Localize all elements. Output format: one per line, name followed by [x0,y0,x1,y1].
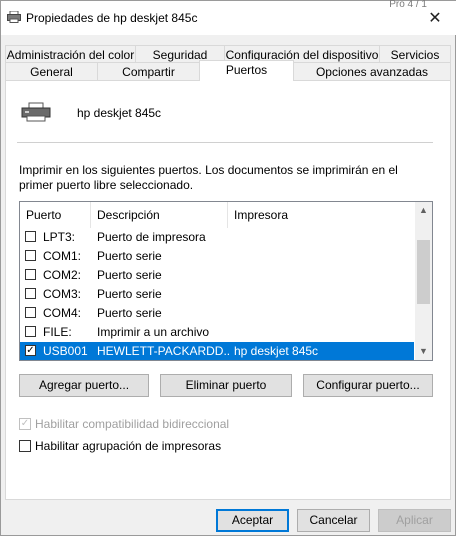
apply-button[interactable]: Aplicar [378,509,451,532]
printer-pooling-checkbox[interactable] [19,440,31,452]
column-header-printer[interactable]: Impresora [228,202,414,228]
delete-port-button[interactable]: Eliminar puerto [160,374,292,397]
cancel-button[interactable]: Cancelar [297,509,370,532]
port-description: Imprimir a un archivo [97,325,210,339]
port-row-com4[interactable]: COM4: Puerto serie [20,304,414,323]
port-checkbox[interactable] [25,307,36,318]
ok-button[interactable]: Aceptar [216,509,289,532]
port-description: Puerto de impresora [97,230,206,244]
port-description: Puerto serie [97,268,162,282]
title-bar: Propiedades de hp deskjet 845c Pro 4 / 1… [1,0,457,35]
port-row-com3[interactable]: COM3: Puerto serie [20,285,414,304]
port-name: COM4: [43,306,82,320]
port-row-com2[interactable]: COM2: Puerto serie [20,266,414,285]
tab-general[interactable]: General [5,62,98,80]
separator [17,142,433,143]
column-header-port[interactable]: Puerto [20,202,91,228]
tab-advanced[interactable]: Opciones avanzadas [293,62,451,80]
tab-ports[interactable]: Puertos [199,60,294,81]
port-name: LPT3: [43,230,76,244]
scroll-up-icon[interactable]: ▲ [415,202,432,219]
tab-services[interactable]: Servicios [379,45,451,63]
port-row-com1[interactable]: COM1: Puerto serie [20,247,414,266]
configure-port-button[interactable]: Configurar puerto... [303,374,433,397]
tab-color-management[interactable]: Administración del color [5,45,136,63]
port-name: COM3: [43,287,82,301]
port-printer: hp deskjet 845c [234,344,319,358]
port-description: Puerto serie [97,306,162,320]
bidirectional-checkbox[interactable]: ✓ [19,418,31,430]
printer-icon [7,11,21,23]
port-row-usb001[interactable]: ✓ USB001 HEWLETT-PACKARDD... hp deskjet … [20,342,414,360]
port-list-header: Puerto Descripción Impresora [20,202,414,228]
port-name: COM2: [43,268,82,282]
port-row-lpt3[interactable]: LPT3: Puerto de impresora [20,228,414,247]
close-button[interactable]: ✕ [413,1,457,35]
port-description: Puerto serie [97,249,162,263]
port-row-file[interactable]: FILE: Imprimir a un archivo [20,323,414,342]
port-list[interactable]: Puerto Descripción Impresora LPT3: Puert… [19,201,433,361]
port-name: USB001 [43,344,88,358]
port-checkbox[interactable] [25,326,36,337]
scroll-thumb[interactable] [417,240,430,304]
port-description: HEWLETT-PACKARDD... [97,344,231,358]
port-checkbox-checked[interactable]: ✓ [25,345,36,356]
bidirectional-label: Habilitar compatibilidad bidireccional [35,417,230,431]
window-title: Propiedades de hp deskjet 845c [26,11,198,25]
port-name: COM1: [43,249,82,263]
ports-description: Imprimir en los siguientes puertos. Los … [19,163,398,192]
printer-name: hp deskjet 845c [77,106,162,120]
printer-icon [21,102,51,122]
add-port-button[interactable]: Agregar puerto... [19,374,149,397]
port-checkbox[interactable] [25,288,36,299]
port-name: FILE: [43,325,72,339]
properties-dialog: Propiedades de hp deskjet 845c Pro 4 / 1… [0,0,457,536]
printer-pooling-label: Habilitar agrupación de impresoras [35,439,222,453]
port-checkbox[interactable] [25,269,36,280]
scroll-down-icon[interactable]: ▼ [415,343,432,360]
column-header-description[interactable]: Descripción [91,202,228,228]
port-checkbox[interactable] [25,231,36,242]
port-checkbox[interactable] [25,250,36,261]
port-list-scrollbar[interactable]: ▲ ▼ [415,202,432,360]
tab-sharing[interactable]: Compartir [97,62,200,80]
port-description: Puerto serie [97,287,162,301]
